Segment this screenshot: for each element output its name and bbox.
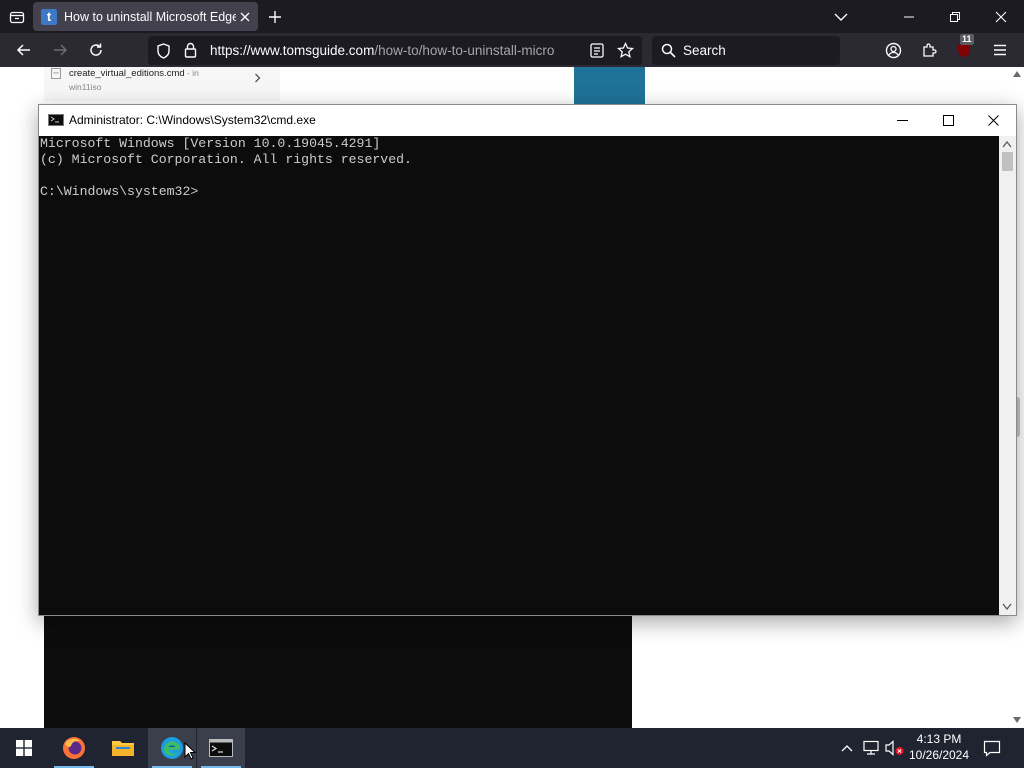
console-line: (c) Microsoft Corporation. All rights re… — [40, 152, 412, 167]
browser-restore-button[interactable] — [932, 0, 978, 33]
close-icon — [995, 11, 1007, 22]
reload-button[interactable] — [80, 34, 112, 66]
desktop: t How to uninstall Microsoft Edge https:… — [0, 0, 1024, 768]
lock-icon[interactable] — [184, 42, 197, 58]
address-bar[interactable]: https://www.tomsguide.com/how-to/how-to-… — [148, 36, 642, 65]
cmd-window[interactable]: Administrator: C:\Windows\System32\cmd.e… — [38, 104, 1017, 616]
action-center-button[interactable] — [976, 728, 1008, 768]
tomsguide-favicon-icon: t — [41, 8, 57, 25]
arrow-left-icon — [16, 44, 30, 56]
tab-list-icon — [9, 11, 24, 23]
taskbar-cmd[interactable] — [197, 728, 245, 768]
hamburger-menu-icon — [994, 44, 1006, 56]
volume-button[interactable] — [884, 728, 906, 768]
account-button[interactable] — [877, 34, 909, 66]
cmd-window-title: Administrator: C:\Windows\System32\cmd.e… — [69, 113, 316, 127]
firefox-icon — [63, 737, 85, 759]
list-all-tabs-button[interactable] — [826, 0, 856, 33]
edge-icon — [161, 737, 183, 759]
folder-icon — [112, 741, 134, 756]
taskbar-edge[interactable] — [148, 728, 196, 768]
clock-date: 10/26/2024 — [908, 748, 970, 762]
file-icon — [51, 68, 61, 79]
back-button[interactable] — [8, 34, 40, 66]
tab-overview-button[interactable] — [0, 0, 33, 33]
extension-badge-count: 11 — [960, 34, 974, 45]
console-prompt[interactable]: C:\Windows\system32> — [40, 184, 198, 199]
cmd-app-icon — [48, 114, 64, 126]
cmd-close-button[interactable] — [970, 105, 1016, 136]
arrow-right-icon — [54, 44, 68, 56]
mouse-cursor-icon — [184, 742, 196, 760]
scroll-up-arrow-icon[interactable] — [1013, 71, 1021, 77]
command-prompt-icon — [209, 739, 233, 757]
file-meta: - in — [184, 68, 199, 78]
start-button[interactable] — [0, 728, 48, 768]
tab-title: How to uninstall Microsoft Edge — [64, 9, 236, 24]
taskbar: 4:13 PM 10/26/2024 — [0, 728, 1024, 768]
file-list-item[interactable]: create_virtual_editions.cmd - in win11is… — [44, 67, 280, 101]
search-placeholder: Search — [683, 43, 726, 58]
tracking-protection-shield-icon[interactable] — [156, 43, 171, 59]
url-host: https://www.tomsguide.com — [210, 43, 375, 58]
console-scrollbar-thumb[interactable] — [1002, 152, 1013, 171]
page-dark-image — [44, 615, 632, 728]
show-hidden-icons-button[interactable] — [836, 728, 858, 768]
console-output[interactable]: Microsoft Windows [Version 10.0.19045.42… — [39, 136, 999, 615]
account-icon — [885, 42, 901, 58]
restore-icon — [950, 11, 960, 22]
minimize-icon — [896, 120, 908, 121]
chevron-right-icon — [254, 72, 261, 86]
taskbar-file-explorer[interactable] — [99, 728, 147, 768]
chevron-up-icon — [841, 745, 853, 752]
network-status-button[interactable] — [860, 728, 882, 768]
app-menu-button[interactable] — [984, 34, 1016, 66]
cmd-maximize-button[interactable] — [925, 105, 971, 136]
file-name: create_virtual_editions.cmd - in — [69, 68, 199, 79]
search-bar[interactable]: Search — [652, 36, 840, 65]
file-subtitle: win11iso — [69, 82, 102, 92]
reader-view-icon[interactable] — [590, 43, 604, 58]
network-icon — [863, 740, 879, 755]
puzzle-piece-icon — [923, 43, 937, 57]
search-icon — [661, 43, 676, 58]
taskbar-firefox[interactable] — [50, 728, 98, 768]
page-image-block — [574, 67, 645, 105]
reload-icon — [90, 43, 102, 56]
url-text[interactable]: https://www.tomsguide.com/how-to/how-to-… — [210, 43, 580, 58]
console-scrollbar[interactable] — [999, 136, 1016, 615]
notification-icon — [983, 740, 1001, 757]
maximize-icon — [942, 115, 954, 126]
system-clock[interactable]: 4:13 PM 10/26/2024 — [906, 731, 972, 763]
forward-button[interactable] — [44, 34, 76, 66]
browser-toolbar: https://www.tomsguide.com/how-to/how-to-… — [0, 33, 1024, 67]
browser-tab-bar: t How to uninstall Microsoft Edge — [0, 0, 1024, 33]
volume-muted-icon — [885, 740, 904, 756]
close-icon — [987, 115, 999, 126]
scroll-down-arrow-icon[interactable] — [1002, 603, 1012, 610]
chevron-down-icon — [834, 13, 848, 21]
cmd-title-bar[interactable]: Administrator: C:\Windows\System32\cmd.e… — [39, 105, 1016, 136]
windows-logo-icon — [16, 740, 32, 756]
browser-close-button[interactable] — [978, 0, 1024, 33]
browser-tab-active[interactable]: t How to uninstall Microsoft Edge — [33, 2, 258, 31]
console-line: Microsoft Windows [Version 10.0.19045.42… — [40, 136, 381, 151]
plus-icon — [269, 10, 281, 23]
scroll-down-arrow-icon[interactable] — [1013, 717, 1021, 723]
bookmark-star-icon[interactable] — [617, 42, 634, 59]
file-name-text: create_virtual_editions.cmd — [69, 68, 185, 79]
new-tab-button[interactable] — [260, 0, 290, 33]
url-path: /how-to/how-to-uninstall-micro — [374, 43, 555, 58]
browser-minimize-button[interactable] — [886, 0, 932, 33]
tab-close-icon[interactable] — [236, 8, 254, 26]
clock-time: 4:13 PM — [916, 732, 962, 746]
minimize-icon — [904, 16, 914, 17]
scroll-up-arrow-icon[interactable] — [1002, 141, 1012, 148]
cmd-minimize-button[interactable] — [879, 105, 925, 136]
ublock-extension-button[interactable]: 11 — [948, 34, 980, 66]
extensions-button[interactable] — [913, 34, 945, 66]
